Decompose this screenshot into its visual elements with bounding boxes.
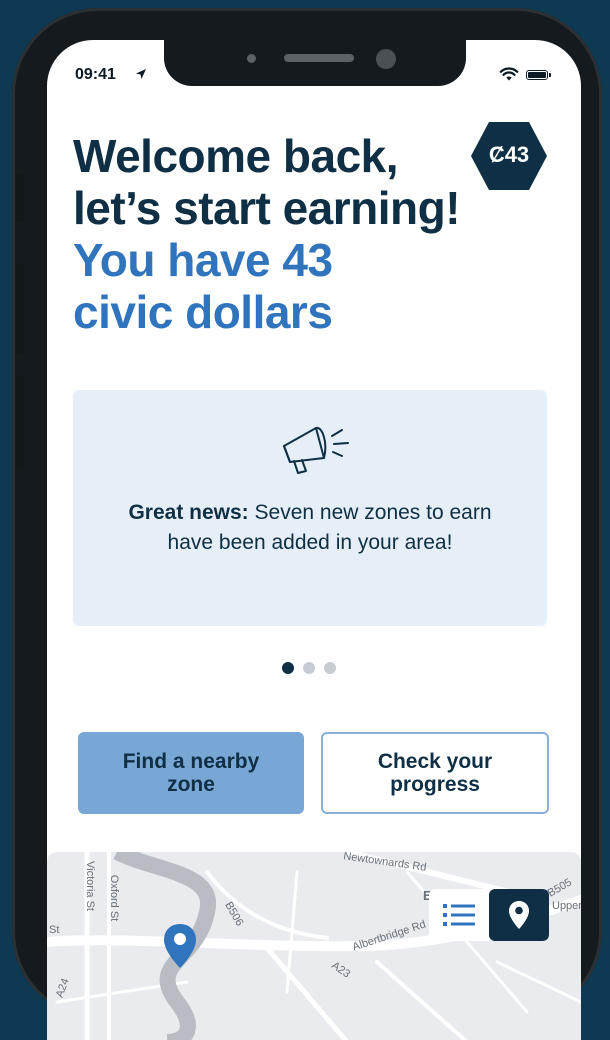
- battery-icon: [526, 70, 551, 80]
- status-time: 09:41: [75, 66, 116, 83]
- mute-switch: [16, 173, 24, 223]
- map-list-toggle[interactable]: [429, 889, 549, 941]
- megaphone-icon: [283, 426, 349, 474]
- news-card[interactable]: Great news: Seven new zones to earn have…: [73, 390, 547, 626]
- list-icon: [443, 904, 475, 926]
- pagination-dot-3[interactable]: [324, 662, 336, 674]
- map-streets: [47, 852, 581, 1040]
- pagination-dot-1[interactable]: [282, 662, 294, 674]
- map-pin-icon[interactable]: [162, 922, 198, 970]
- check-progress-button[interactable]: Check your progress: [321, 732, 549, 814]
- street-label-oxford: Oxford St: [108, 874, 121, 922]
- carousel-pagination[interactable]: [282, 662, 336, 674]
- civic-dollar-badge[interactable]: Ȼ43: [469, 120, 549, 192]
- phone-screen: 09:41 Welcome back, let’s start earning!…: [47, 40, 581, 1040]
- volume-down-button: [16, 376, 24, 468]
- wifi-icon: [499, 67, 519, 81]
- balance-heading: You have 43 civic dollars: [73, 234, 333, 338]
- list-view-button[interactable]: [429, 889, 489, 941]
- street-label-st: St: [49, 924, 60, 936]
- map-view[interactable]: Newtownards Rd Victoria St Oxford St B50…: [47, 852, 581, 1040]
- map-pin-icon: [509, 901, 529, 929]
- news-text: Great news: Seven new zones to earn have…: [128, 501, 492, 554]
- map-view-button[interactable]: [489, 889, 549, 941]
- welcome-heading: Welcome back, let’s start earning!: [73, 130, 461, 234]
- volume-up-button: [16, 263, 24, 355]
- location-arrow-icon: [136, 69, 146, 79]
- street-label-victoria: Victoria St: [83, 861, 96, 911]
- street-label-upper: Upper: [552, 900, 581, 912]
- pagination-dot-2[interactable]: [303, 662, 315, 674]
- badge-balance: Ȼ43: [488, 142, 530, 167]
- find-nearby-zone-button[interactable]: Find a nearby zone: [78, 732, 304, 814]
- notch: [164, 40, 466, 86]
